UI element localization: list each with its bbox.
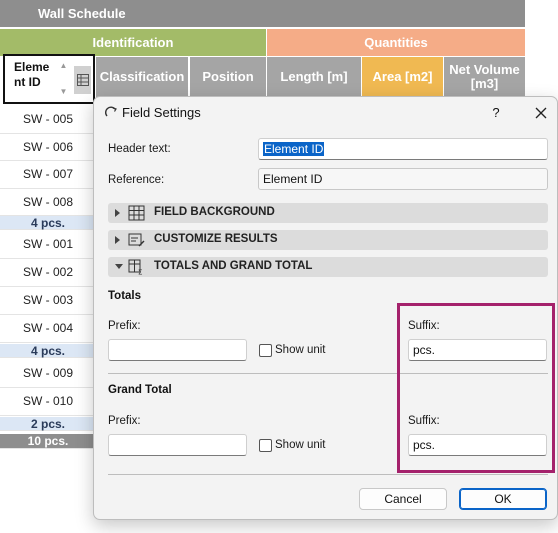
customize-icon — [128, 233, 145, 247]
header-text-input[interactable]: Element ID — [258, 138, 548, 160]
header-text-value: Element ID — [263, 142, 325, 156]
totals-heading: Totals — [108, 290, 142, 302]
group-header-quantities: Quantities — [267, 29, 525, 56]
grid-icon — [76, 74, 89, 86]
schedule-row[interactable]: SW - 004 — [0, 315, 96, 343]
schedule-row[interactable]: SW - 008 — [0, 188, 96, 216]
reference-label: Reference: — [108, 174, 165, 186]
element-id-header-label: Eleme nt ID — [14, 60, 50, 89]
header-text-label: Header text: — [108, 143, 171, 155]
totals-show-unit-checkbox[interactable] — [259, 344, 272, 357]
ok-button[interactable]: OK — [459, 488, 547, 510]
section-label: CUSTOMIZE RESULTS — [154, 233, 278, 245]
schedule-row[interactable]: SW - 001 — [0, 231, 96, 259]
section-label: FIELD BACKGROUND — [154, 206, 275, 218]
field-settings-button[interactable] — [74, 66, 91, 94]
schedule-title: Wall Schedule — [0, 0, 525, 27]
section-totals-grand-total[interactable]: Σ TOTALS AND GRAND TOTAL — [108, 257, 548, 277]
totals-icon: Σ — [128, 259, 142, 276]
column-header-area[interactable]: Area [m2] — [362, 57, 443, 97]
totals-prefix-input[interactable] — [108, 339, 247, 361]
grand-total-prefix-label: Prefix: — [108, 415, 141, 427]
suffix-highlight-frame — [397, 303, 555, 473]
close-icon[interactable] — [531, 103, 551, 123]
chevron-right-icon — [115, 236, 120, 244]
group-header-identification: Identification — [0, 29, 266, 56]
subtotal-row: 2 pcs. — [0, 417, 96, 431]
column-header-length[interactable]: Length [m] — [267, 57, 361, 97]
subtotal-row: 4 pcs. — [0, 344, 96, 358]
sort-arrows-icon[interactable]: ▲ ▼ — [56, 59, 71, 99]
grand-total-prefix-input[interactable] — [108, 434, 247, 456]
schedule-row[interactable]: SW - 003 — [0, 287, 96, 315]
schedule-row[interactable]: SW - 005 — [0, 106, 96, 134]
grand-total-show-unit-label: Show unit — [275, 439, 326, 451]
totals-prefix-label: Prefix: — [108, 320, 141, 332]
totals-show-unit-label: Show unit — [275, 344, 326, 356]
column-header-position[interactable]: Position — [190, 57, 266, 97]
cancel-button[interactable]: Cancel — [359, 488, 447, 510]
section-label: TOTALS AND GRAND TOTAL — [154, 260, 313, 272]
schedule-row[interactable]: SW - 007 — [0, 161, 96, 189]
dialog-title: Field Settings — [122, 105, 201, 120]
chevron-down-icon — [115, 264, 123, 269]
grand-total-heading: Grand Total — [108, 384, 172, 396]
chevron-right-icon — [115, 209, 120, 217]
section-customize-results[interactable]: CUSTOMIZE RESULTS — [108, 230, 548, 250]
section-field-background[interactable]: FIELD BACKGROUND — [108, 203, 548, 223]
reference-field: Element ID — [258, 168, 548, 190]
field-settings-icon — [104, 106, 117, 117]
svg-text:Σ: Σ — [138, 269, 142, 276]
schedule-row[interactable]: SW - 006 — [0, 133, 96, 161]
schedule-row[interactable]: SW - 010 — [0, 388, 96, 416]
dialog-title-bar[interactable]: Field Settings ? — [94, 97, 557, 129]
help-button[interactable]: ? — [486, 103, 506, 123]
subtotal-row: 4 pcs. — [0, 216, 96, 230]
schedule-row[interactable]: SW - 009 — [0, 360, 96, 388]
divider — [108, 474, 548, 475]
column-header-element-id[interactable]: Eleme nt ID ▲ ▼ — [3, 54, 95, 104]
column-header-classification[interactable]: Classification — [96, 57, 188, 97]
column-header-net-volume[interactable]: Net Volume [m3] — [444, 57, 525, 97]
grand-total-row: 10 pcs. — [0, 434, 96, 449]
grand-total-show-unit-checkbox[interactable] — [259, 439, 272, 452]
schedule-row[interactable]: SW - 002 — [0, 259, 96, 287]
table-icon — [128, 205, 145, 221]
